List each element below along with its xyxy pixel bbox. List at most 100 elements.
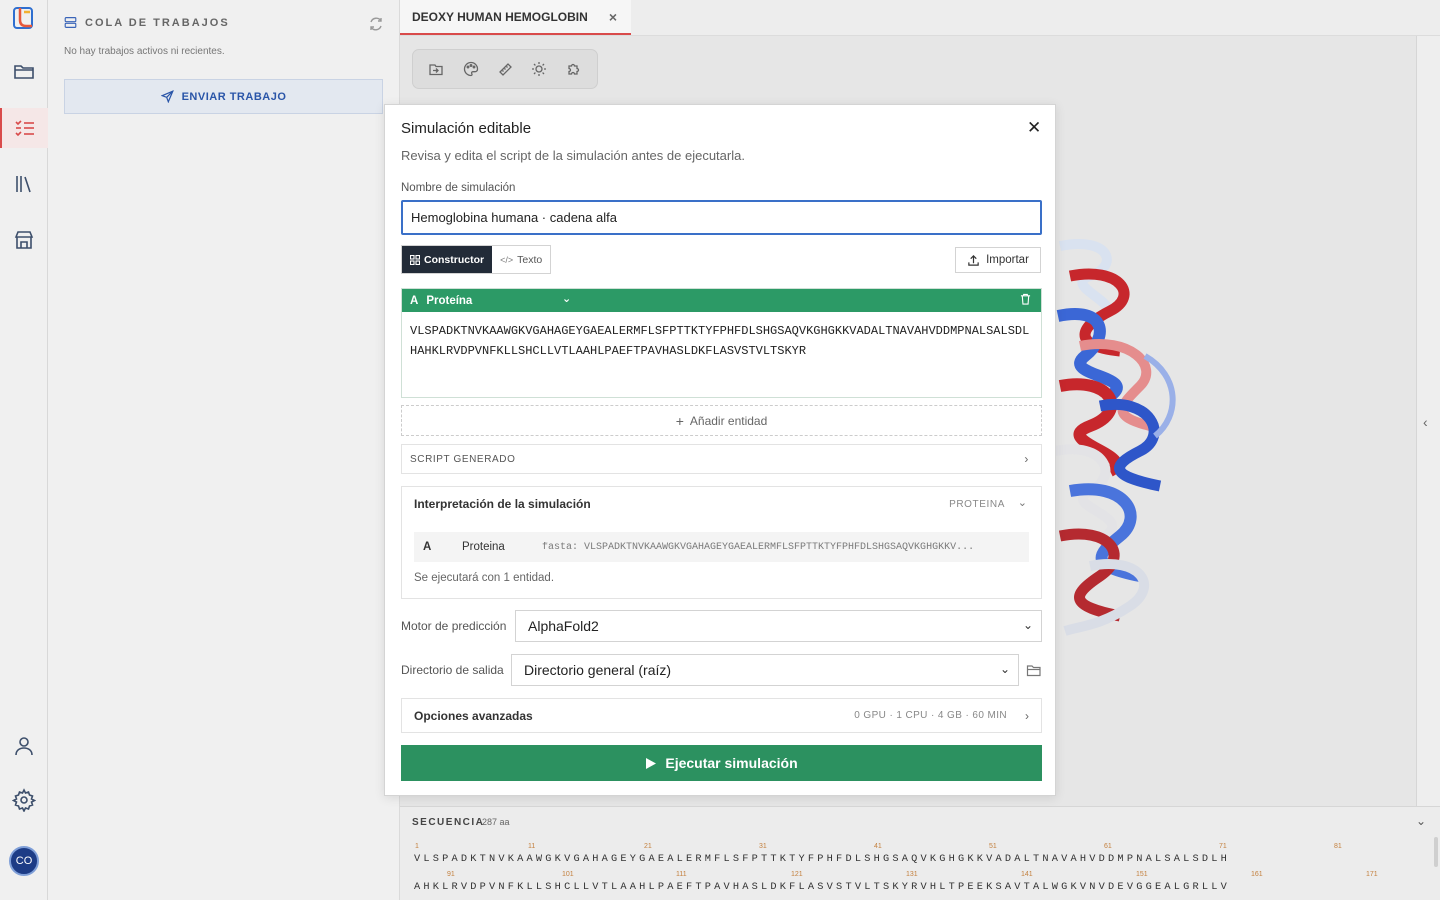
residue-number: 171 xyxy=(1366,871,1378,878)
user-icon xyxy=(15,737,33,756)
color-tool-button[interactable] xyxy=(458,56,484,82)
send-job-label: ENVIAR TRABAJO xyxy=(181,90,287,103)
rail-jobs-button[interactable] xyxy=(0,108,48,148)
advanced-options-section[interactable]: Opciones avanzadas 0 GPU · 1 CPU · 4 GB … xyxy=(401,698,1042,733)
lighting-tool-button[interactable] xyxy=(526,56,552,82)
entity-header: A Proteína ⌄ xyxy=(402,289,1041,312)
export-tool-button[interactable] xyxy=(423,56,449,82)
residue-number: 111 xyxy=(676,871,687,878)
simulation-interpretation: Interpretación de la simulación PROTEINA… xyxy=(401,486,1042,599)
grid-icon xyxy=(410,254,420,265)
puzzle-icon xyxy=(568,63,579,75)
send-icon xyxy=(160,90,174,103)
rail-settings-button[interactable] xyxy=(0,780,48,820)
residue-number: 31 xyxy=(759,843,767,850)
chevron-down-icon[interactable]: ⌄ xyxy=(1018,496,1027,509)
residue-number: 151 xyxy=(1136,871,1148,878)
store-icon xyxy=(14,231,34,249)
settings-icon xyxy=(12,788,36,812)
tab-close-icon[interactable]: × xyxy=(609,9,617,25)
tab-label: DEOXY HUMAN HEMOGLOBIN xyxy=(412,9,588,24)
queue-header: COLA DE TRABAJOS xyxy=(64,16,230,29)
dialog-title: Simulación editable xyxy=(401,120,532,137)
chevron-down-icon[interactable]: ⌄ xyxy=(1416,814,1426,828)
chevron-down-icon: ⌄ xyxy=(999,662,1010,676)
run-simulation-button[interactable]: Ejecutar simulación xyxy=(401,745,1042,781)
sequence-panel: SECUENCIA 287 aa ⌄ 1 11 21 31 41 51 61 7… xyxy=(400,806,1440,900)
entity-type-dropdown-icon[interactable]: ⌄ xyxy=(562,292,571,305)
plus-icon: + xyxy=(675,412,684,429)
entity-chain-id: A xyxy=(410,294,419,307)
builder-mode-button[interactable]: Constructor xyxy=(402,246,493,273)
chevron-down-icon: ⌄ xyxy=(1022,618,1033,632)
interpretation-type: Proteina xyxy=(462,541,505,553)
sequence-residues[interactable]: VLSPADKTNVKAAWGKVGAHAGEYGAEALERMFLSFPTTK… xyxy=(414,853,1414,865)
tab-deoxy-hemoglobin[interactable]: DEOXY HUMAN HEMOGLOBIN × xyxy=(400,0,631,35)
interpretation-fasta: fasta: VLSPADKTNVKAAWGKVGAHAGEYGAEALERMF… xyxy=(542,541,975,553)
interpretation-tag: PROTEINA xyxy=(949,499,1005,510)
sequence-row-numbers: 91 101 111 121 131 141 151 161 171 xyxy=(414,871,1414,881)
add-entity-label: Añadir entidad xyxy=(689,413,768,428)
entity-sequence-input[interactable]: VLSPADKTNVKAAWGKVGAHAGEYGAEALERMFLSFPTTK… xyxy=(402,312,1041,397)
interpretation-title: Interpretación de la simulación xyxy=(414,497,591,511)
output-dir-value: Directorio general (raíz) xyxy=(524,662,672,678)
engine-select[interactable]: AlphaFold2 ⌄ xyxy=(515,610,1042,642)
advanced-options-summary: 0 GPU · 1 CPU · 4 GB · 60 MIN xyxy=(854,710,1007,721)
rail-library-button[interactable] xyxy=(0,164,48,204)
avatar[interactable]: CO xyxy=(9,846,39,876)
residue-number: 121 xyxy=(791,871,803,878)
add-entity-button[interactable]: + Añadir entidad xyxy=(401,405,1042,436)
send-job-button[interactable]: ENVIAR TRABAJO xyxy=(64,79,383,114)
engine-label: Motor de predicción xyxy=(401,619,507,633)
residue-number: 51 xyxy=(989,843,997,850)
residue-number: 41 xyxy=(874,843,882,850)
sequence-row: 1 11 21 31 41 51 61 71 81 VLSPADKTNVKAAW… xyxy=(414,843,1414,865)
upload-icon xyxy=(968,254,979,266)
output-dir-select[interactable]: Directorio general (raíz) ⌄ xyxy=(511,654,1019,686)
sequence-scrollbar[interactable] xyxy=(1434,837,1438,867)
library-icon xyxy=(16,176,31,193)
simulation-name-input[interactable] xyxy=(401,200,1042,235)
protein-structure-render[interactable] xyxy=(1050,236,1190,636)
generated-script-section[interactable]: SCRIPT GENERADO › xyxy=(401,444,1042,474)
rail-files-button[interactable] xyxy=(0,52,48,92)
residue-number: 11 xyxy=(528,843,536,850)
editable-simulation-dialog: Simulación editable ✕ Revisa y edita el … xyxy=(384,104,1056,796)
interpretation-chain: A xyxy=(423,541,432,553)
sequence-row-numbers: 1 11 21 31 41 51 61 71 81 xyxy=(414,843,1414,853)
server-icon xyxy=(64,17,77,28)
right-panel-toggle[interactable]: ‹ xyxy=(1416,36,1440,806)
rail-profile-button[interactable] xyxy=(0,726,48,766)
tab-bar: DEOXY HUMAN HEMOGLOBIN × xyxy=(400,0,1440,36)
residue-number: 161 xyxy=(1251,871,1263,878)
palette-icon xyxy=(463,61,478,77)
dialog-subtitle: Revisa y edita el script de la simulació… xyxy=(401,148,745,163)
folder-open-icon[interactable] xyxy=(1026,662,1042,678)
measure-icon xyxy=(499,63,512,76)
folder-icon xyxy=(14,65,34,79)
chevron-right-icon: › xyxy=(1025,708,1029,723)
interpretation-note: Se ejecutará con 1 entidad. xyxy=(414,572,555,584)
entity-type: Proteína xyxy=(426,294,473,307)
residue-number: 141 xyxy=(1021,871,1033,878)
plugins-tool-button[interactable] xyxy=(561,56,587,82)
residue-number: 71 xyxy=(1219,843,1227,850)
measure-tool-button[interactable] xyxy=(492,56,518,82)
builder-mode-label: Constructor xyxy=(424,253,485,266)
residue-number: 101 xyxy=(562,871,574,878)
text-mode-button[interactable]: </> Texto xyxy=(492,246,551,273)
engine-value: AlphaFold2 xyxy=(528,618,599,634)
app-logo-icon[interactable] xyxy=(12,6,36,30)
import-button[interactable]: Importar xyxy=(955,247,1041,273)
trash-icon[interactable] xyxy=(1020,293,1031,305)
close-icon[interactable]: ✕ xyxy=(1027,118,1041,138)
simulation-name-label: Nombre de simulación xyxy=(401,182,516,194)
sequence-residues[interactable]: AHKLRVDPVNFKLLSHCLLVTLAAHLPAEFTPAVHASLDK… xyxy=(414,881,1414,893)
job-queue-panel: COLA DE TRABAJOS No hay trabajos activos… xyxy=(48,0,400,900)
refresh-icon[interactable] xyxy=(368,16,384,32)
advanced-options-title: Opciones avanzadas xyxy=(414,708,533,723)
play-icon xyxy=(646,757,657,769)
rail-store-button[interactable] xyxy=(0,220,48,260)
residue-number: 91 xyxy=(447,871,455,878)
export-icon xyxy=(429,64,443,76)
